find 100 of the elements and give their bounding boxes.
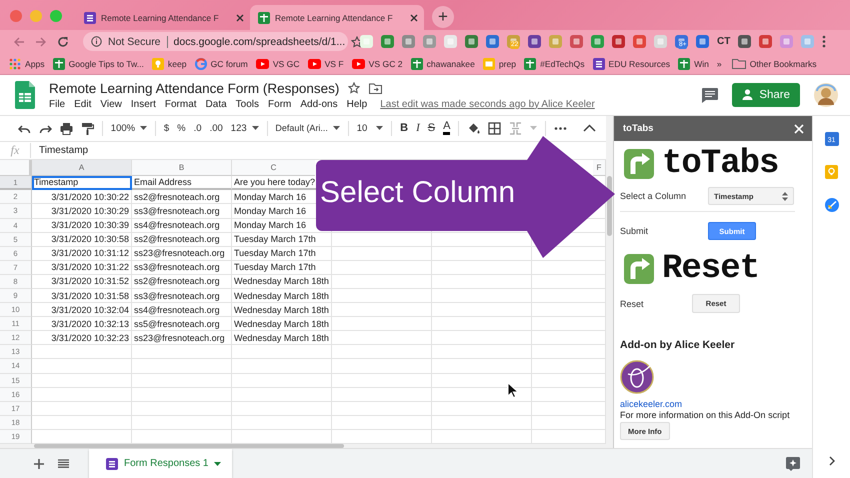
menu-item[interactable]: Insert (130, 98, 156, 110)
document-title[interactable]: Remote Learning Attendance Form (Responses) (49, 80, 340, 96)
logo-text: Reset (662, 250, 760, 288)
table-cell: ss2@fresnoteach.org (132, 274, 232, 289)
table-cell: 3/31/2020 10:31:22 (32, 260, 132, 275)
tab-title: Remote Learning Attendance F (275, 12, 394, 22)
table-cell: ss2@fresnoteach.org (132, 190, 232, 204)
table-cell: ss4@fresnoteach.org (132, 218, 232, 233)
menu-item[interactable]: Help (346, 98, 368, 110)
bookmark-label: Other Bookmarks (750, 58, 817, 68)
bookmark[interactable]: GC forum (194, 58, 248, 70)
bookmark[interactable]: prep (482, 58, 516, 70)
table-cell: 3/31/2020 10:32:04 (32, 303, 132, 318)
table-cell: Tuesday March 17th (232, 232, 332, 247)
table-cell: ss3@fresnoteach.org (132, 260, 232, 275)
bookmark-label: prep (498, 58, 516, 68)
bookmark-label: VS F (324, 58, 344, 68)
table-cell: Email Address (132, 176, 232, 190)
share-button[interactable]: Share (732, 83, 800, 107)
bookmark[interactable]: Win (678, 58, 709, 70)
logo-text: toTabs (662, 145, 778, 183)
table-cell: 3/31/2020 10:30:29 (32, 204, 132, 218)
bookmark[interactable]: #EdTechQs (524, 58, 584, 70)
table-cell: Timestamp (32, 176, 132, 190)
browser-tab[interactable]: Remote Learning Attendance F (76, 5, 250, 30)
menu-item[interactable]: Add-ons (300, 98, 338, 110)
browser-tab[interactable]: Remote Learning Attendance F (250, 5, 424, 30)
bookmark-label: GC forum (210, 58, 248, 68)
bookmark-label: VS GC (272, 58, 300, 68)
table-cell: Tuesday March 17th (232, 246, 332, 261)
menu-item[interactable]: File (49, 98, 66, 110)
table-cell: Wednesday March 18th (232, 303, 332, 318)
bookmark-label: chawanakee (426, 58, 475, 68)
bookmark[interactable]: Google Tips to Tw... (52, 58, 144, 70)
new-tab-button[interactable]: + (432, 6, 454, 28)
font-size-dropdown[interactable]: 10 (356, 122, 384, 134)
table-cell: ss4@fresnoteach.org (132, 303, 232, 318)
menu-item[interactable]: Tools (236, 98, 260, 110)
table-cell: ss23@fresnoteach.org (132, 331, 232, 346)
bookmark[interactable]: Other Bookmarks (732, 58, 817, 69)
field-label: Select a Column (620, 191, 688, 201)
bookmark-label: Win (694, 58, 709, 68)
table-cell: 3/31/2020 10:30:22 (32, 190, 132, 204)
menu-item[interactable]: View (100, 98, 122, 110)
website-link[interactable]: alicekeeler.com (620, 399, 682, 409)
table-cell: 3/31/2020 10:30:58 (32, 232, 132, 247)
formula-input[interactable]: Timestamp (31, 144, 88, 156)
table-cell: Wednesday March 18th (232, 274, 332, 289)
currency-button[interactable]: $ (164, 122, 170, 134)
bookmark-label: Google Tips to Tw... (68, 58, 144, 68)
italic-button[interactable]: I (416, 122, 420, 134)
table-cell: ss3@fresnoteach.org (132, 204, 232, 218)
number-format-dropdown[interactable]: 123 (230, 122, 259, 134)
bookmark[interactable]: VS F (308, 58, 344, 68)
menu-item[interactable]: Data (206, 98, 227, 110)
tab-title: Remote Learning Attendance F (101, 12, 220, 22)
table-cell: Wednesday March 18th (232, 288, 332, 304)
bookmark[interactable]: VS GC 2 (352, 58, 403, 68)
bookmark[interactable]: chawanakee (410, 58, 475, 70)
bold-button[interactable]: B (400, 122, 408, 134)
bookmark[interactable]: » (716, 58, 722, 68)
table-cell: ss23@fresnoteach.org (132, 246, 232, 261)
bookmark[interactable]: keep (152, 58, 187, 70)
table-cell: 3/31/2020 10:31:52 (32, 274, 132, 289)
column-header[interactable]: C (232, 160, 315, 176)
menu-item[interactable]: Edit (74, 98, 92, 110)
column-header[interactable]: F (593, 160, 606, 176)
sidebar-title: toTabs (623, 123, 654, 134)
field-label: Reset (620, 298, 645, 308)
bookmark-label: #EdTechQs (540, 58, 584, 68)
field-label: Submit (620, 226, 650, 236)
table-cell: Wednesday March 18th (232, 331, 332, 346)
last-edit-link[interactable]: Last edit was made seconds ago by Alice Keeler (380, 98, 595, 110)
increase-decimals-button[interactable]: .00 (210, 122, 223, 134)
bookmark[interactable]: EDU Resources (592, 58, 670, 70)
url-text: docs.google.com/spreadsheets/d/1... (174, 36, 346, 48)
table-cell: 3/31/2020 10:32:23 (32, 331, 132, 346)
bookmark-label: Apps (25, 58, 45, 68)
column-header[interactable]: A (32, 160, 132, 176)
percent-button[interactable]: % (177, 122, 186, 134)
column-header[interactable]: B (132, 160, 232, 176)
security-label: Not Secure (108, 36, 168, 48)
decrease-decimals-button[interactable]: .0 (194, 122, 202, 134)
bookmark[interactable]: VS GC (256, 58, 300, 68)
text-color-button[interactable]: A (443, 121, 450, 136)
table-cell: ss2@fresnoteach.org (132, 232, 232, 247)
menu-item[interactable]: Format (164, 98, 197, 110)
bookmark-label: EDU Resources (608, 58, 670, 68)
extension-label[interactable]: CT (717, 36, 730, 47)
sheet-tab[interactable]: Form Responses 1 (89, 449, 232, 478)
bookmark-label: VS GC 2 (368, 58, 403, 68)
table-cell: Wednesday March 18th (232, 317, 332, 332)
font-dropdown[interactable]: Default (Ari... (275, 123, 340, 134)
table-cell: 3/31/2020 10:31:58 (32, 288, 132, 304)
zoom-dropdown[interactable]: 100% (110, 122, 148, 134)
table-cell: 3/31/2020 10:30:39 (32, 218, 132, 233)
menu-item[interactable]: Form (268, 98, 292, 110)
bookmark[interactable]: Apps (9, 58, 45, 70)
strikethrough-button[interactable]: S (428, 122, 436, 134)
table-cell: 3/31/2020 10:31:12 (32, 246, 132, 261)
